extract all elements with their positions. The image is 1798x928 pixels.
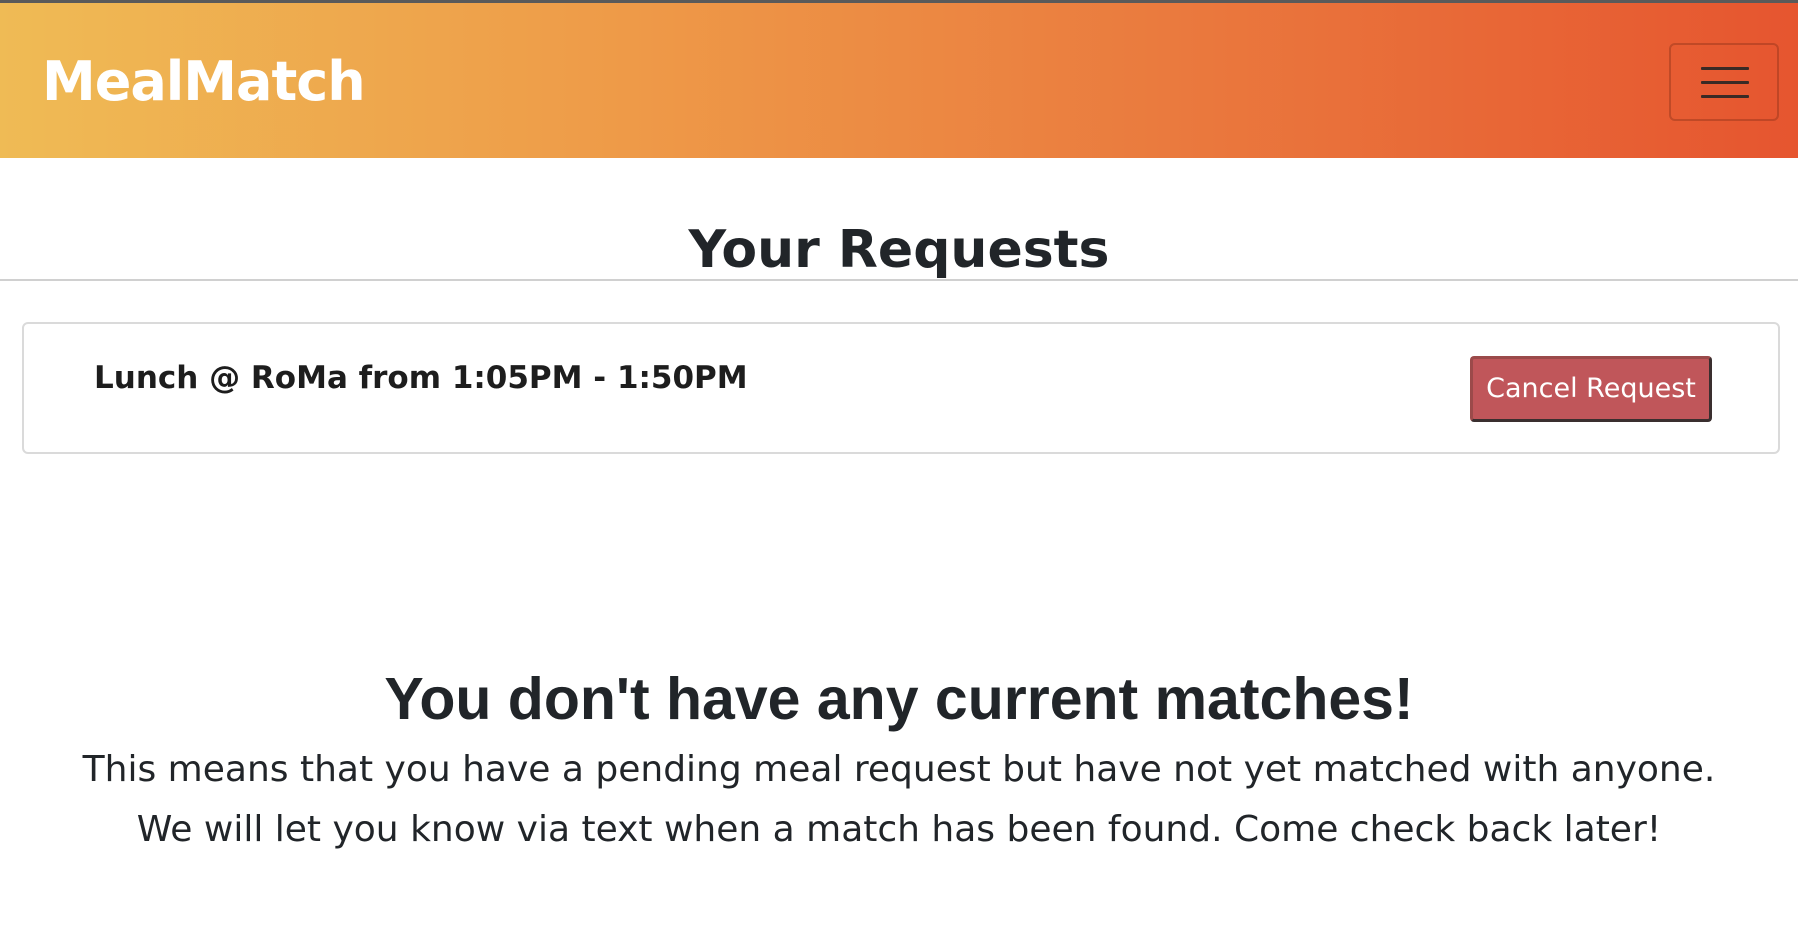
navbar: MealMatch: [0, 3, 1798, 158]
hamburger-menu-icon: [1701, 81, 1749, 84]
menu-toggle-button[interactable]: [1669, 43, 1779, 121]
cancel-request-button[interactable]: Cancel Request: [1470, 356, 1712, 422]
brand-logo[interactable]: MealMatch: [42, 47, 366, 117]
empty-state-heading: You don't have any current matches!: [384, 665, 1414, 732]
empty-state-line-1: This means that you have a pending meal …: [82, 749, 1716, 790]
hamburger-menu-icon: [1701, 95, 1749, 98]
request-summary: Lunch @ RoMa from 1:05PM - 1:50PM: [94, 360, 748, 396]
request-card: Lunch @ RoMa from 1:05PM - 1:50PM Cancel…: [22, 322, 1780, 454]
hamburger-menu-icon: [1701, 67, 1749, 70]
page-title: Your Requests: [688, 219, 1110, 280]
empty-state-line-2: We will let you know via text when a mat…: [136, 809, 1662, 850]
divider: [0, 279, 1798, 281]
